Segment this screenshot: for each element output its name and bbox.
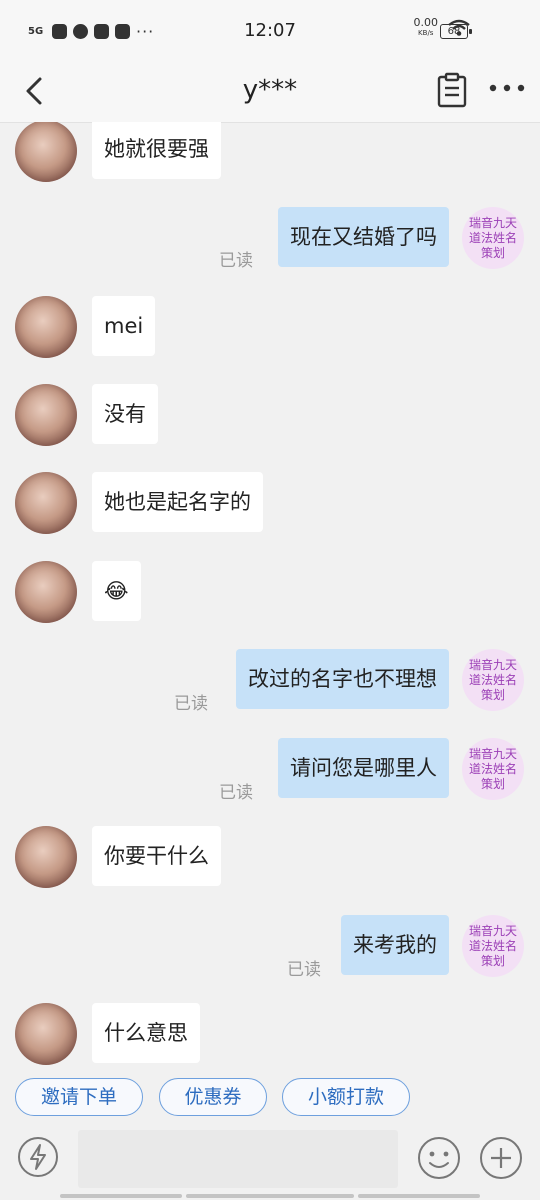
chat-header: y*** [0,62,540,123]
shop-avatar[interactable]: 瑞音九天道法姓名策划 [462,915,524,977]
shop-avatar-text: 瑞音九天道法姓名策划 [468,215,517,260]
plus-icon[interactable] [479,1136,523,1180]
message-bubble[interactable]: 没有 [92,384,158,444]
avatar[interactable] [15,1003,77,1065]
avatar[interactable] [15,122,77,182]
shop-avatar-text: 瑞音九天道法姓名策划 [468,746,517,791]
avatar[interactable] [15,472,77,534]
shop-avatar[interactable]: 瑞音九天道法姓名策划 [462,649,524,711]
message-bubble[interactable]: 请问您是哪里人 [278,738,449,798]
battery-icon: 68 [440,24,472,39]
coupon-button[interactable]: 优惠券 [159,1078,267,1116]
message-bubble[interactable]: 来考我的 [341,915,449,975]
gesture-bar [60,1194,182,1198]
status-bar: 5G ··· 12:07 0.00 KB/s 68 [0,0,540,62]
read-receipt: 已读 [219,251,253,271]
message-bubble[interactable]: mei [92,296,156,356]
avatar[interactable] [15,561,77,623]
shop-avatar[interactable]: 瑞音九天道法姓名策划 [462,738,524,800]
shop-avatar-text: 瑞音九天道法姓名策划 [468,657,517,702]
message-bubble[interactable]: 什么意思 [92,1003,200,1063]
read-receipt: 已读 [219,783,253,803]
message-bubble[interactable]: 她就很要强 [92,122,221,179]
input-bar [0,1126,540,1200]
message-input[interactable] [78,1130,398,1188]
quick-actions-bar: 邀请下单 优惠券 小额打款 [0,1070,540,1126]
net-speed: 0.00 KB/s [414,17,439,38]
emoji-message-bubble[interactable]: 😂 [92,561,141,621]
avatar[interactable] [15,384,77,446]
message-bubble[interactable]: 改过的名字也不理想 [236,649,449,709]
shop-avatar-text: 瑞音九天道法姓名策划 [468,923,517,968]
net-speed-unit: KB/s [418,29,434,37]
avatar[interactable] [15,826,77,888]
gesture-bar [358,1194,480,1198]
read-receipt: 已读 [287,960,321,980]
read-receipt: 已读 [174,694,208,714]
message-bubble[interactable]: 你要干什么 [92,826,221,886]
emoji-icon[interactable] [417,1136,461,1180]
quick-reply-icon[interactable] [17,1136,59,1178]
small-payment-button[interactable]: 小额打款 [282,1078,410,1116]
more-options-icon[interactable] [488,78,526,98]
shop-avatar[interactable]: 瑞音九天道法姓名策划 [462,207,524,269]
message-list[interactable]: 她就很要强 已读 现在又结婚了吗 瑞音九天道法姓名策划 mei 没有 她也是起名… [0,122,540,1070]
message-bubble[interactable]: 现在又结婚了吗 [278,207,449,267]
avatar[interactable] [15,296,77,358]
message-bubble[interactable]: 她也是起名字的 [92,472,263,532]
order-notes-icon[interactable] [436,72,468,108]
invite-order-button[interactable]: 邀请下单 [15,1078,143,1116]
gesture-bar [186,1194,354,1198]
